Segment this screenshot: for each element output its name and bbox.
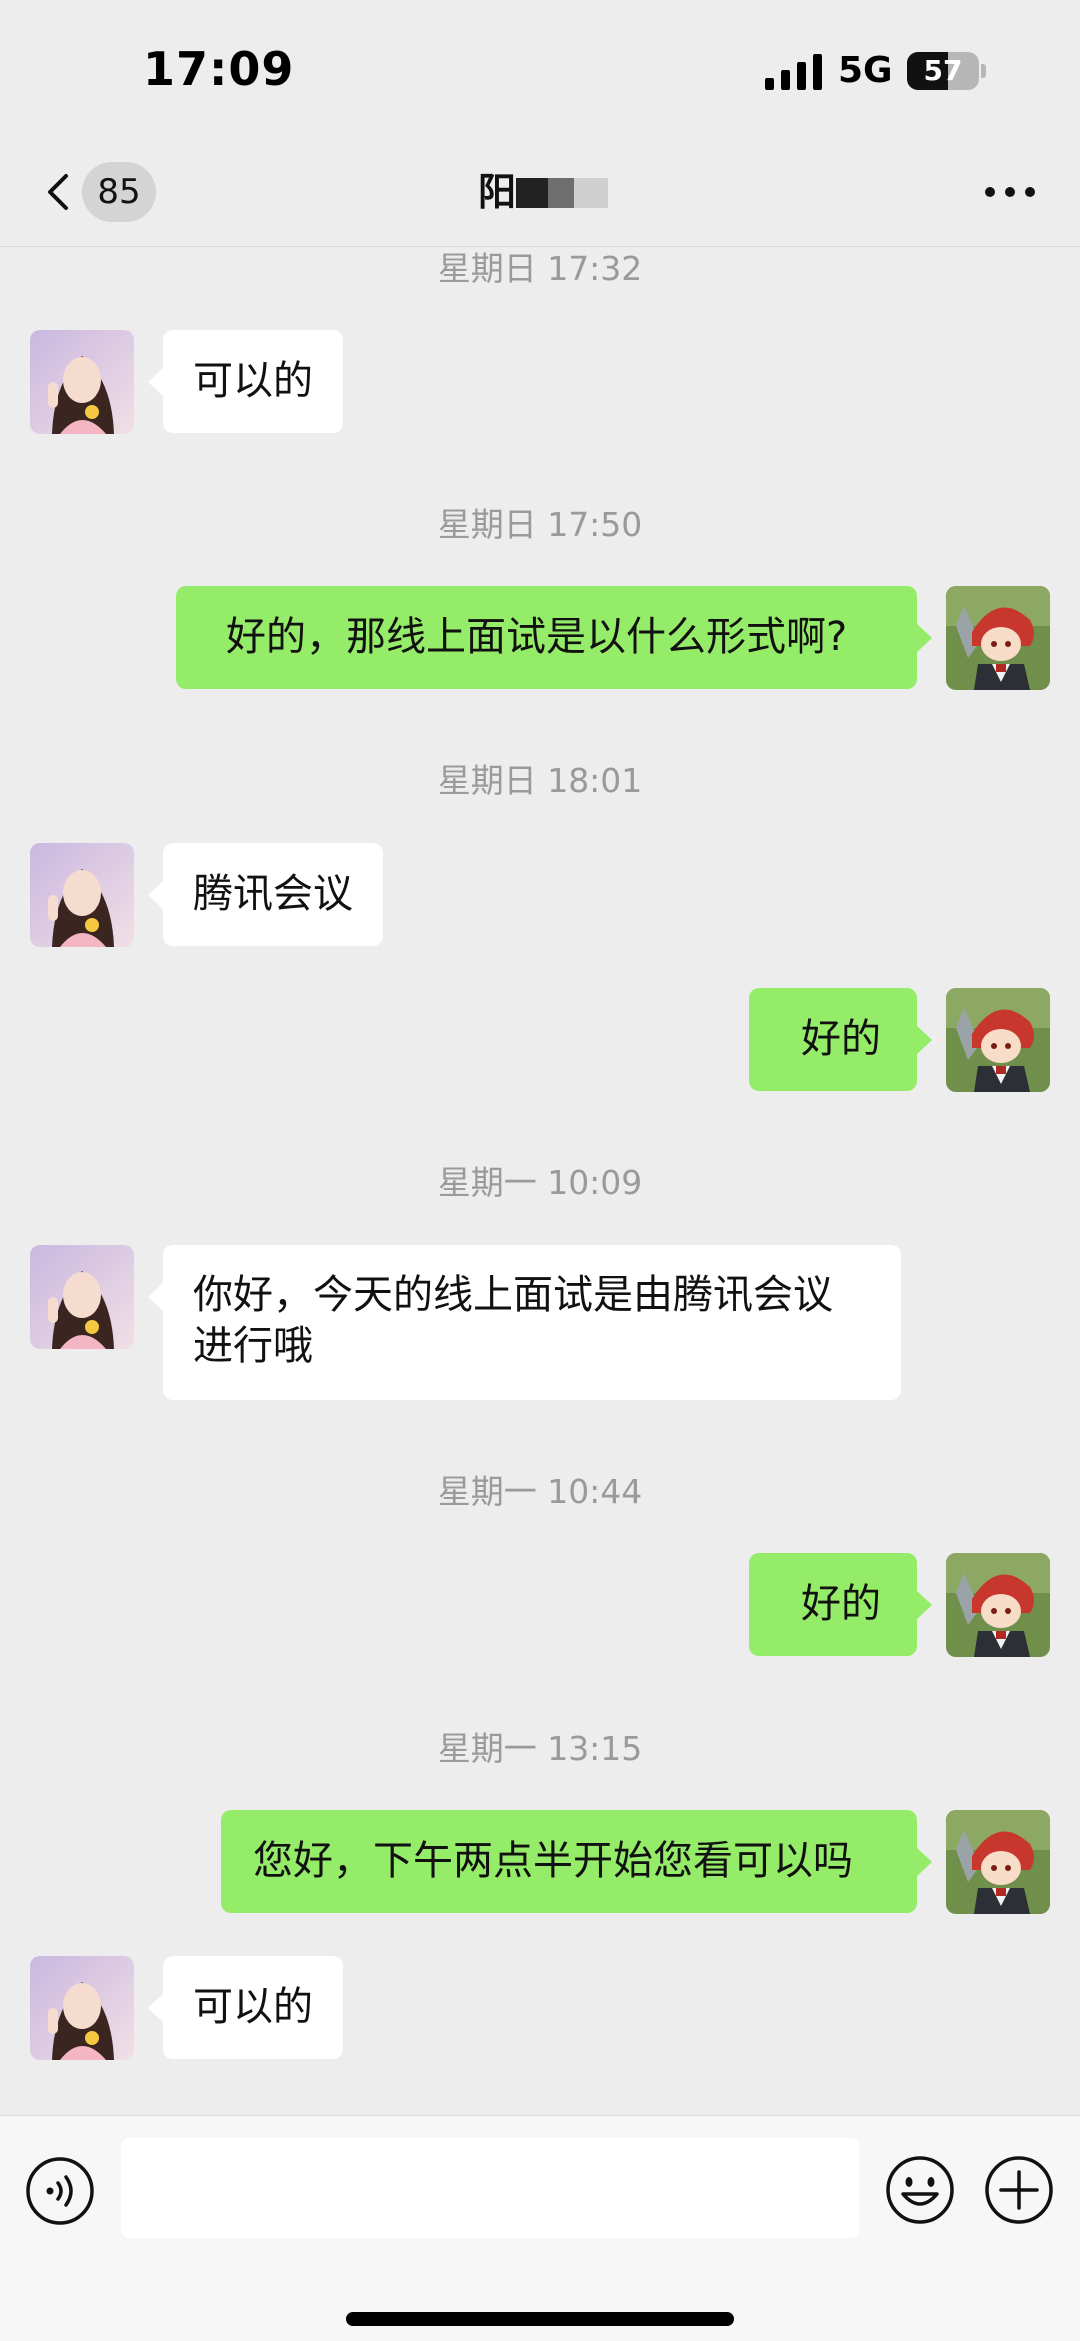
contact-avatar[interactable] — [30, 843, 134, 947]
status-bar: 17:09 5G 57 — [0, 0, 1080, 140]
timestamp: 星期一 10:09 — [437, 1163, 643, 1202]
message-text: 可以的 — [193, 358, 313, 404]
message-input[interactable] — [121, 2138, 859, 2238]
more-horizontal-icon[interactable] — [982, 172, 1038, 212]
outgoing-message[interactable]: 您好，下午两点半开始您看可以吗 — [221, 1810, 932, 1913]
nav-bar: 85 阳 — [0, 140, 1080, 247]
timestamp: 星期日 18:01 — [437, 761, 643, 800]
chat-screen: 17:09 5G 57 85 阳 星期日 17:32 可以的 星期日 17:50… — [0, 0, 1080, 2341]
contact-avatar[interactable] — [30, 330, 134, 434]
message-text: 可以的 — [193, 1984, 313, 2030]
my-avatar[interactable] — [946, 586, 1050, 690]
timestamp: 星期一 13:15 — [437, 1729, 643, 1768]
incoming-message[interactable]: 可以的 — [148, 1956, 343, 2059]
timestamp: 星期日 17:50 — [437, 505, 643, 544]
timestamp: 星期日 17:32 — [437, 249, 643, 288]
signal-icon — [765, 54, 822, 90]
outgoing-message[interactable]: 好的，那线上面试是以什么形式啊? — [176, 586, 932, 689]
back-button[interactable]: 85 — [30, 162, 160, 222]
incoming-message[interactable]: 你好，今天的线上面试是由腾讯会议 进行哦 — [148, 1245, 901, 1400]
input-bar — [0, 2115, 1080, 2341]
chevron-left-icon — [48, 174, 68, 210]
incoming-message[interactable]: 可以的 — [148, 330, 343, 433]
battery-level: 57 — [923, 54, 963, 87]
network-label: 5G — [838, 50, 893, 91]
unread-badge: 85 — [82, 162, 156, 222]
message-text: 好的 — [801, 1016, 881, 1062]
plus-icon[interactable] — [983, 2154, 1055, 2226]
status-time: 17:09 — [143, 42, 295, 96]
message-text: 腾讯会议 — [193, 871, 353, 917]
contact-avatar[interactable] — [30, 1956, 134, 2060]
my-avatar[interactable] — [946, 988, 1050, 1092]
outgoing-message[interactable]: 好的 — [749, 1553, 932, 1656]
title-redaction — [516, 178, 608, 208]
message-text: 你好，今天的线上面试是由腾讯会议 进行哦 — [193, 1272, 833, 1369]
battery-icon: 57 — [907, 52, 979, 90]
my-avatar[interactable] — [946, 1810, 1050, 1914]
timestamp: 星期一 10:44 — [437, 1472, 643, 1511]
message-text: 好的，那线上面试是以什么形式啊? — [226, 614, 848, 660]
chat-title: 阳 — [478, 170, 517, 214]
incoming-message[interactable]: 腾讯会议 — [148, 843, 383, 946]
battery-nub — [981, 64, 986, 78]
message-text: 您好，下午两点半开始您看可以吗 — [253, 1838, 853, 1884]
emoji-icon[interactable] — [884, 2154, 956, 2226]
message-text: 好的 — [801, 1581, 881, 1627]
home-indicator[interactable] — [346, 2312, 734, 2326]
my-avatar[interactable] — [946, 1553, 1050, 1657]
outgoing-message[interactable]: 好的 — [749, 988, 932, 1091]
voice-icon[interactable] — [25, 2156, 95, 2226]
contact-avatar[interactable] — [30, 1245, 134, 1349]
